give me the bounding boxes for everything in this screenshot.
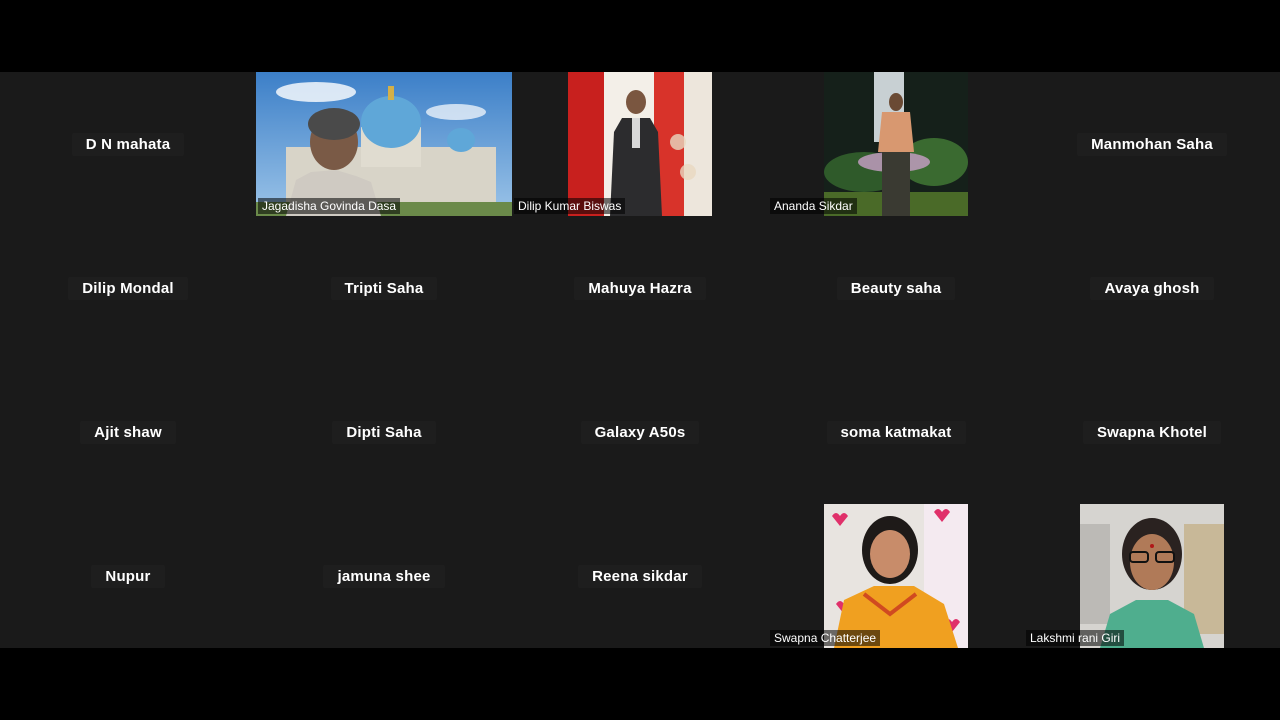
participant-name-label: Ananda Sikdar [770,198,857,214]
participant-tile[interactable]: soma katmakat [768,360,1024,504]
participant-name: D N mahata [71,132,185,156]
participant-name: Reena sikdar [578,564,702,588]
participant-tile[interactable]: Manmohan Saha [1024,72,1280,216]
participant-name: Nupur [91,564,165,588]
participant-tile[interactable]: Dilip Mondal [0,216,256,360]
participant-name-label: Jagadisha Govinda Dasa [258,198,401,214]
gallery-view: D N mahata Jagadisha Govinda Dasa Dilip … [0,72,1280,648]
participant-tile[interactable]: Ananda Sikdar [768,72,1024,216]
participant-tile[interactable]: Mahuya Hazra [512,216,768,360]
participant-name: Galaxy A50s [580,420,700,444]
participant-name: Swapna Khotel [1082,420,1222,444]
top-letterbox [0,0,1280,72]
participant-name: Tripti Saha [330,276,438,300]
participant-name: Manmohan Saha [1077,132,1227,156]
participant-tile[interactable]: Nupur [0,504,256,648]
person-photo [824,504,968,648]
participant-tile[interactable]: Tripti Saha [256,216,512,360]
participant-name: soma katmakat [826,420,966,444]
participant-tile[interactable]: Dipti Saha [256,360,512,504]
participant-video [256,72,512,216]
participant-video [568,72,712,216]
participant-name: Dipti Saha [332,420,436,444]
participant-name: Mahuya Hazra [574,276,706,300]
participant-name-label: Dilip Kumar Biswas [514,198,626,214]
participant-tile[interactable]: Lakshmi rani Giri [1024,504,1280,648]
participant-tile[interactable]: Reena sikdar [512,504,768,648]
participant-tile[interactable]: Galaxy A50s [512,360,768,504]
participant-video [824,72,968,216]
participant-name: Ajit shaw [80,420,176,444]
participant-tile[interactable]: Jagadisha Govinda Dasa [256,72,512,216]
participant-tile[interactable]: Swapna Chatterjee [768,504,1024,648]
participant-video [1080,504,1224,648]
person-photo [824,72,968,216]
participant-video [824,504,968,648]
bottom-letterbox [0,648,1280,720]
participant-name-label: Lakshmi rani Giri [1026,630,1125,646]
participant-tile[interactable]: Dilip Kumar Biswas [512,72,768,216]
temple-background-image [256,72,512,216]
participant-tile[interactable]: Avaya ghosh [1024,216,1280,360]
participant-name: Dilip Mondal [68,276,188,300]
participant-name: Avaya ghosh [1090,276,1214,300]
participant-name-label: Swapna Chatterjee [770,630,881,646]
participant-tile[interactable]: Ajit shaw [0,360,256,504]
person-photo [568,72,712,216]
person-photo [1080,504,1224,648]
participant-name: Beauty saha [836,276,956,300]
participant-tile[interactable]: Swapna Khotel [1024,360,1280,504]
participant-name: jamuna shee [323,564,445,588]
participant-tile[interactable]: Beauty saha [768,216,1024,360]
participant-tile[interactable]: D N mahata [0,72,256,216]
participant-tile[interactable]: jamuna shee [256,504,512,648]
